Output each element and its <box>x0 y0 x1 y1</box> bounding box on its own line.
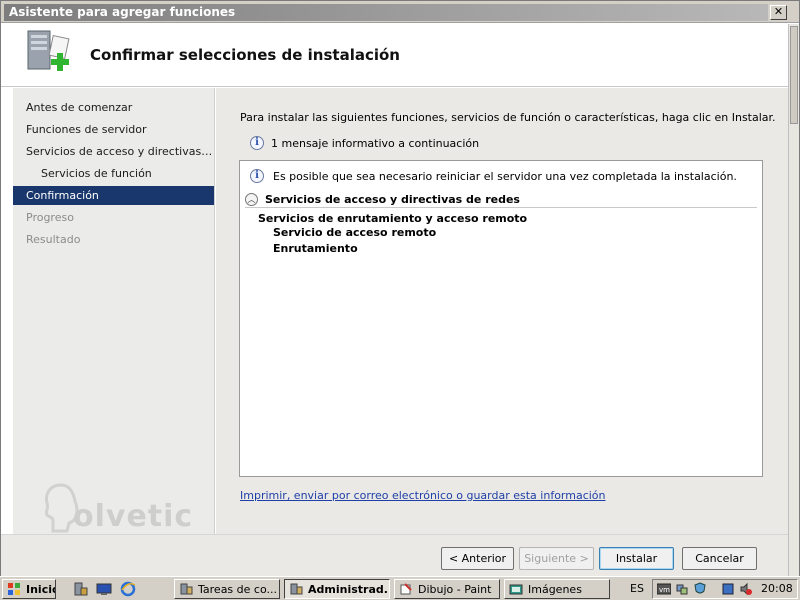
taskbar-item-label: Imágenes <box>528 582 582 596</box>
print-email-save-link[interactable]: Imprimir, enviar por correo electrónico … <box>240 489 606 502</box>
role-item: Servicios de enrutamiento y acceso remot… <box>258 212 528 225</box>
internet-explorer-icon[interactable] <box>120 581 136 597</box>
info-icon: i <box>250 136 264 150</box>
title-bar[interactable]: Asistente para agregar funciones ✕ <box>1 1 799 23</box>
wizard-button-bar: < Anterior Siguiente > Instalar Cancelar <box>1 534 788 577</box>
folder-images-icon <box>509 584 523 595</box>
sidebar-item-servicios-de-funcion[interactable]: Servicios de función <box>13 164 214 183</box>
tasks-icon <box>180 583 193 595</box>
watermark-text: olvetic <box>73 499 194 534</box>
selection-summary-box: i Es posible que sea necesario reiniciar… <box>239 160 763 477</box>
instruction-text: Para instalar las siguientes funciones, … <box>240 111 776 124</box>
scrollbar-thumb[interactable] <box>790 26 798 124</box>
clock[interactable]: 20:08 <box>761 582 793 595</box>
next-button: Siguiente > <box>519 547 594 570</box>
close-button[interactable]: ✕ <box>770 5 787 20</box>
taskbar-item-label: Tareas de co... <box>198 582 277 596</box>
back-button[interactable]: < Anterior <box>441 547 514 570</box>
update-icon[interactable] <box>721 582 735 596</box>
close-icon: ✕ <box>773 5 784 18</box>
volume-muted-icon[interactable] <box>739 582 753 596</box>
sidebar-item-resultado: Resultado <box>26 233 81 246</box>
restart-notice-text: Es posible que sea necesario reiniciar e… <box>273 169 737 183</box>
role-service-item: Enrutamiento <box>273 242 358 255</box>
sidebar-item-progreso: Progreso <box>26 211 74 224</box>
start-button[interactable]: Inicio <box>2 579 56 599</box>
show-desktop-icon[interactable] <box>96 581 112 597</box>
wizard-header: Confirmar selecciones de instalación <box>1 24 788 87</box>
info-summary-text: 1 mensaje informativo a continuación <box>271 136 480 150</box>
section-title: Servicios de acceso y directivas de rede… <box>265 192 520 206</box>
cancel-button[interactable]: Cancelar <box>682 547 757 570</box>
install-button[interactable]: Instalar <box>599 547 674 570</box>
svg-text:vm: vm <box>659 586 670 594</box>
paint-icon <box>400 583 412 595</box>
windows-logo-icon <box>8 583 20 595</box>
taskbar-item-paint[interactable]: Dibujo - Paint <box>394 579 500 599</box>
window-scrollbar[interactable] <box>788 24 799 577</box>
sidebar-item-servicios-de-acceso[interactable]: Servicios de acceso y directivas d... <box>13 142 214 161</box>
server-manager-icon <box>290 583 303 595</box>
info-summary: i 1 mensaje informativo a continuación <box>250 136 479 150</box>
main-panel: Para instalar las siguientes funciones, … <box>216 88 788 534</box>
wizard-window: Asistente para agregar funciones ✕ Confi… <box>0 0 800 577</box>
server-manager-quicklaunch-icon[interactable] <box>72 581 88 597</box>
sidebar-item-confirmacion[interactable]: Confirmación <box>13 186 214 205</box>
restart-notice: i Es posible que sea necesario reiniciar… <box>250 169 737 183</box>
info-icon: i <box>250 169 264 183</box>
taskbar: Inicio Tareas de co... Administrad... Di… <box>0 576 800 600</box>
taskbar-item-tareas[interactable]: Tareas de co... <box>174 579 280 599</box>
window-title: Asistente para agregar funciones <box>9 5 236 19</box>
taskbar-item-label: Administrad... <box>308 582 390 596</box>
taskbar-item-administrador[interactable]: Administrad... <box>284 579 390 599</box>
wizard-sidebar: Antes de comenzar Funciones de servidor … <box>13 88 215 534</box>
security-shield-icon[interactable] <box>693 582 707 596</box>
page-title: Confirmar selecciones de instalación <box>90 46 400 64</box>
server-add-icon <box>27 30 70 71</box>
taskbar-item-imagenes[interactable]: Imágenes <box>504 579 610 599</box>
system-tray: vm 20:08 <box>652 579 798 599</box>
role-service-item: Servicio de acceso remoto <box>273 226 437 239</box>
collapse-chevron-icon[interactable]: ︿ <box>245 192 258 206</box>
vmware-tools-icon[interactable]: vm <box>657 582 671 596</box>
language-indicator[interactable]: ES <box>630 582 644 595</box>
sidebar-item-antes-de-comenzar[interactable]: Antes de comenzar <box>13 98 214 117</box>
sidebar-item-funciones-de-servidor[interactable]: Funciones de servidor <box>13 120 214 139</box>
network-icon[interactable] <box>675 582 689 596</box>
taskbar-item-label: Dibujo - Paint <box>418 582 492 596</box>
section-header[interactable]: ︿ Servicios de acceso y directivas de re… <box>245 191 757 208</box>
start-label: Inicio <box>26 582 55 596</box>
